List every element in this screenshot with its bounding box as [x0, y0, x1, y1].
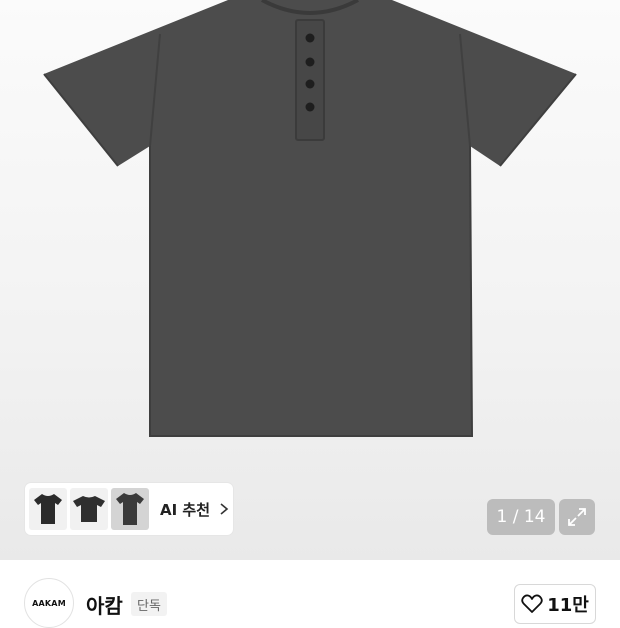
product-image-gallery[interactable]: [0, 0, 620, 560]
ai-recommend-strip[interactable]: AI 추천: [25, 483, 233, 535]
heart-outline-icon: [521, 594, 543, 613]
exclusive-badge: 단독: [131, 592, 167, 616]
image-counter: 1 / 14: [487, 499, 555, 535]
like-button[interactable]: 11만: [514, 584, 596, 624]
expand-icon: [568, 508, 586, 526]
brand-logo[interactable]: AAKAM: [24, 578, 74, 628]
thumbnail-1[interactable]: [29, 488, 67, 530]
thumbnail-3[interactable]: [111, 488, 149, 530]
expand-button[interactable]: [559, 499, 595, 535]
product-image[interactable]: [0, 0, 620, 560]
like-count: 11만: [547, 595, 589, 616]
brand-name[interactable]: 아캄: [86, 590, 123, 619]
thumbnail-2[interactable]: [70, 488, 108, 530]
ai-recommend-label: AI 추천: [160, 500, 211, 519]
chevron-right-icon: [220, 503, 229, 515]
